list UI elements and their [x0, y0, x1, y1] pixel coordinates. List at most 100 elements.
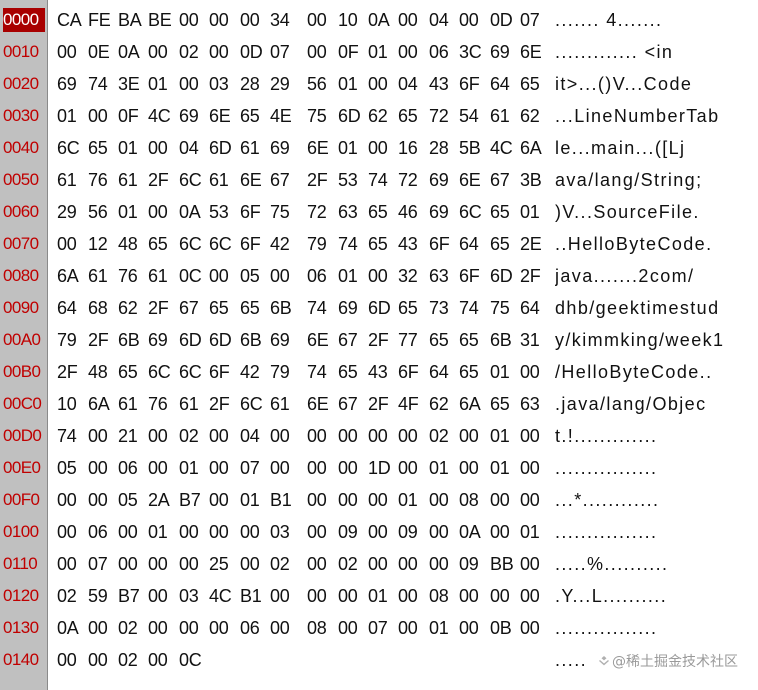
- hex-byte[interactable]: 43: [368, 360, 388, 384]
- hex-byte[interactable]: 5B: [459, 136, 481, 160]
- hex-byte[interactable]: 00: [520, 552, 540, 576]
- hex-byte[interactable]: 03: [179, 584, 199, 608]
- ascii-column[interactable]: ................: [555, 520, 755, 544]
- hex-byte[interactable]: 62: [368, 104, 388, 128]
- ascii-column[interactable]: .....%..........: [555, 552, 755, 576]
- ascii-column[interactable]: le...main...([Lj: [555, 136, 755, 160]
- hex-byte[interactable]: 06: [88, 520, 108, 544]
- hex-byte[interactable]: 00: [307, 584, 327, 608]
- ascii-column[interactable]: java.......2com/: [555, 264, 755, 288]
- ascii-column[interactable]: .Y...L..........: [555, 584, 755, 608]
- hex-byte[interactable]: 69: [179, 104, 199, 128]
- hex-byte[interactable]: 00: [148, 456, 168, 480]
- hex-byte[interactable]: 61: [118, 168, 138, 192]
- ascii-column[interactable]: it>...()V...Code: [555, 72, 755, 96]
- hex-byte[interactable]: 3C: [459, 40, 482, 64]
- ascii-column[interactable]: ...*............: [555, 488, 755, 512]
- hex-byte[interactable]: 00: [57, 40, 77, 64]
- hex-byte[interactable]: 00: [57, 488, 77, 512]
- hex-byte[interactable]: 00: [57, 552, 77, 576]
- hex-byte[interactable]: 02: [118, 648, 138, 672]
- hex-byte[interactable]: 10: [338, 8, 358, 32]
- hex-byte[interactable]: 00: [429, 520, 449, 544]
- hex-byte[interactable]: 00: [209, 424, 229, 448]
- hex-byte[interactable]: 6D: [368, 296, 391, 320]
- hex-byte[interactable]: 4C: [490, 136, 513, 160]
- hex-byte[interactable]: 6E: [307, 328, 329, 352]
- hex-byte[interactable]: 69: [429, 200, 449, 224]
- hex-byte[interactable]: 75: [490, 296, 510, 320]
- row-offset[interactable]: 00F0: [3, 488, 47, 512]
- hex-byte[interactable]: 03: [209, 72, 229, 96]
- hex-byte[interactable]: 63: [338, 200, 358, 224]
- hex-byte[interactable]: 6D: [209, 136, 232, 160]
- hex-byte[interactable]: 6F: [209, 360, 230, 384]
- row-offset[interactable]: 0140: [3, 648, 47, 672]
- hex-byte[interactable]: 00: [307, 456, 327, 480]
- hex-byte[interactable]: 00: [459, 456, 479, 480]
- hex-byte[interactable]: 2F: [148, 296, 169, 320]
- hex-byte[interactable]: 00: [240, 552, 260, 576]
- hex-byte[interactable]: 6C: [57, 136, 80, 160]
- hex-byte[interactable]: 6F: [459, 264, 480, 288]
- hex-byte[interactable]: 48: [118, 232, 138, 256]
- hex-byte[interactable]: 00: [209, 488, 229, 512]
- hex-byte[interactable]: 6C: [459, 200, 482, 224]
- hex-byte[interactable]: 2F: [368, 392, 389, 416]
- ascii-column[interactable]: ................: [555, 456, 755, 480]
- hex-byte[interactable]: 29: [57, 200, 77, 224]
- row-offset[interactable]: 00D0: [3, 424, 47, 448]
- hex-byte[interactable]: 65: [490, 232, 510, 256]
- hex-byte[interactable]: 01: [398, 488, 418, 512]
- hex-byte[interactable]: 74: [459, 296, 479, 320]
- hex-byte[interactable]: 69: [270, 328, 290, 352]
- hex-byte[interactable]: 0B: [490, 616, 512, 640]
- hex-byte[interactable]: 65: [118, 360, 138, 384]
- hex-byte[interactable]: 01: [490, 360, 510, 384]
- row-offset[interactable]: 0000: [3, 8, 45, 32]
- ascii-column[interactable]: ...LineNumberTab: [555, 104, 755, 128]
- hex-byte[interactable]: 6F: [429, 232, 450, 256]
- hex-byte[interactable]: B1: [270, 488, 292, 512]
- hex-byte[interactable]: 65: [368, 200, 388, 224]
- hex-byte[interactable]: 6D: [338, 104, 361, 128]
- hex-byte[interactable]: 00: [459, 8, 479, 32]
- hex-byte[interactable]: 00: [398, 584, 418, 608]
- hex-byte[interactable]: 67: [338, 392, 358, 416]
- hex-byte[interactable]: 00: [307, 40, 327, 64]
- hex-byte[interactable]: 65: [520, 72, 540, 96]
- hex-byte[interactable]: 73: [429, 296, 449, 320]
- hex-byte[interactable]: 00: [520, 584, 540, 608]
- hex-byte[interactable]: 6A: [459, 392, 481, 416]
- hex-byte[interactable]: 00: [209, 616, 229, 640]
- hex-byte[interactable]: 01: [118, 200, 138, 224]
- ascii-column[interactable]: /HelloByteCode..: [555, 360, 755, 384]
- hex-byte[interactable]: 62: [118, 296, 138, 320]
- row-offset[interactable]: 0050: [3, 168, 47, 192]
- hex-byte[interactable]: 72: [398, 168, 418, 192]
- hex-byte[interactable]: 01: [148, 72, 168, 96]
- hex-byte[interactable]: 6E: [240, 168, 262, 192]
- hex-byte[interactable]: 76: [88, 168, 108, 192]
- hex-byte[interactable]: 00: [429, 488, 449, 512]
- hex-byte[interactable]: 4C: [209, 584, 232, 608]
- hex-byte[interactable]: 00: [520, 616, 540, 640]
- hex-byte[interactable]: 68: [88, 296, 108, 320]
- row-offset[interactable]: 00C0: [3, 392, 47, 416]
- hex-byte[interactable]: 6E: [520, 40, 542, 64]
- hex-byte[interactable]: 00: [490, 488, 510, 512]
- hex-byte[interactable]: 00: [338, 488, 358, 512]
- hex-byte[interactable]: 1D: [368, 456, 391, 480]
- hex-byte[interactable]: 29: [270, 72, 290, 96]
- hex-byte[interactable]: 00: [459, 424, 479, 448]
- hex-byte[interactable]: 0A: [368, 8, 390, 32]
- hex-byte[interactable]: 0F: [118, 104, 139, 128]
- hex-byte[interactable]: 65: [209, 296, 229, 320]
- hex-byte[interactable]: 00: [398, 616, 418, 640]
- hex-byte[interactable]: 6C: [209, 232, 232, 256]
- hex-byte[interactable]: 00: [179, 520, 199, 544]
- hex-byte[interactable]: 00: [209, 264, 229, 288]
- hex-byte[interactable]: 01: [240, 488, 260, 512]
- hex-byte[interactable]: 09: [338, 520, 358, 544]
- hex-byte[interactable]: 00: [270, 584, 290, 608]
